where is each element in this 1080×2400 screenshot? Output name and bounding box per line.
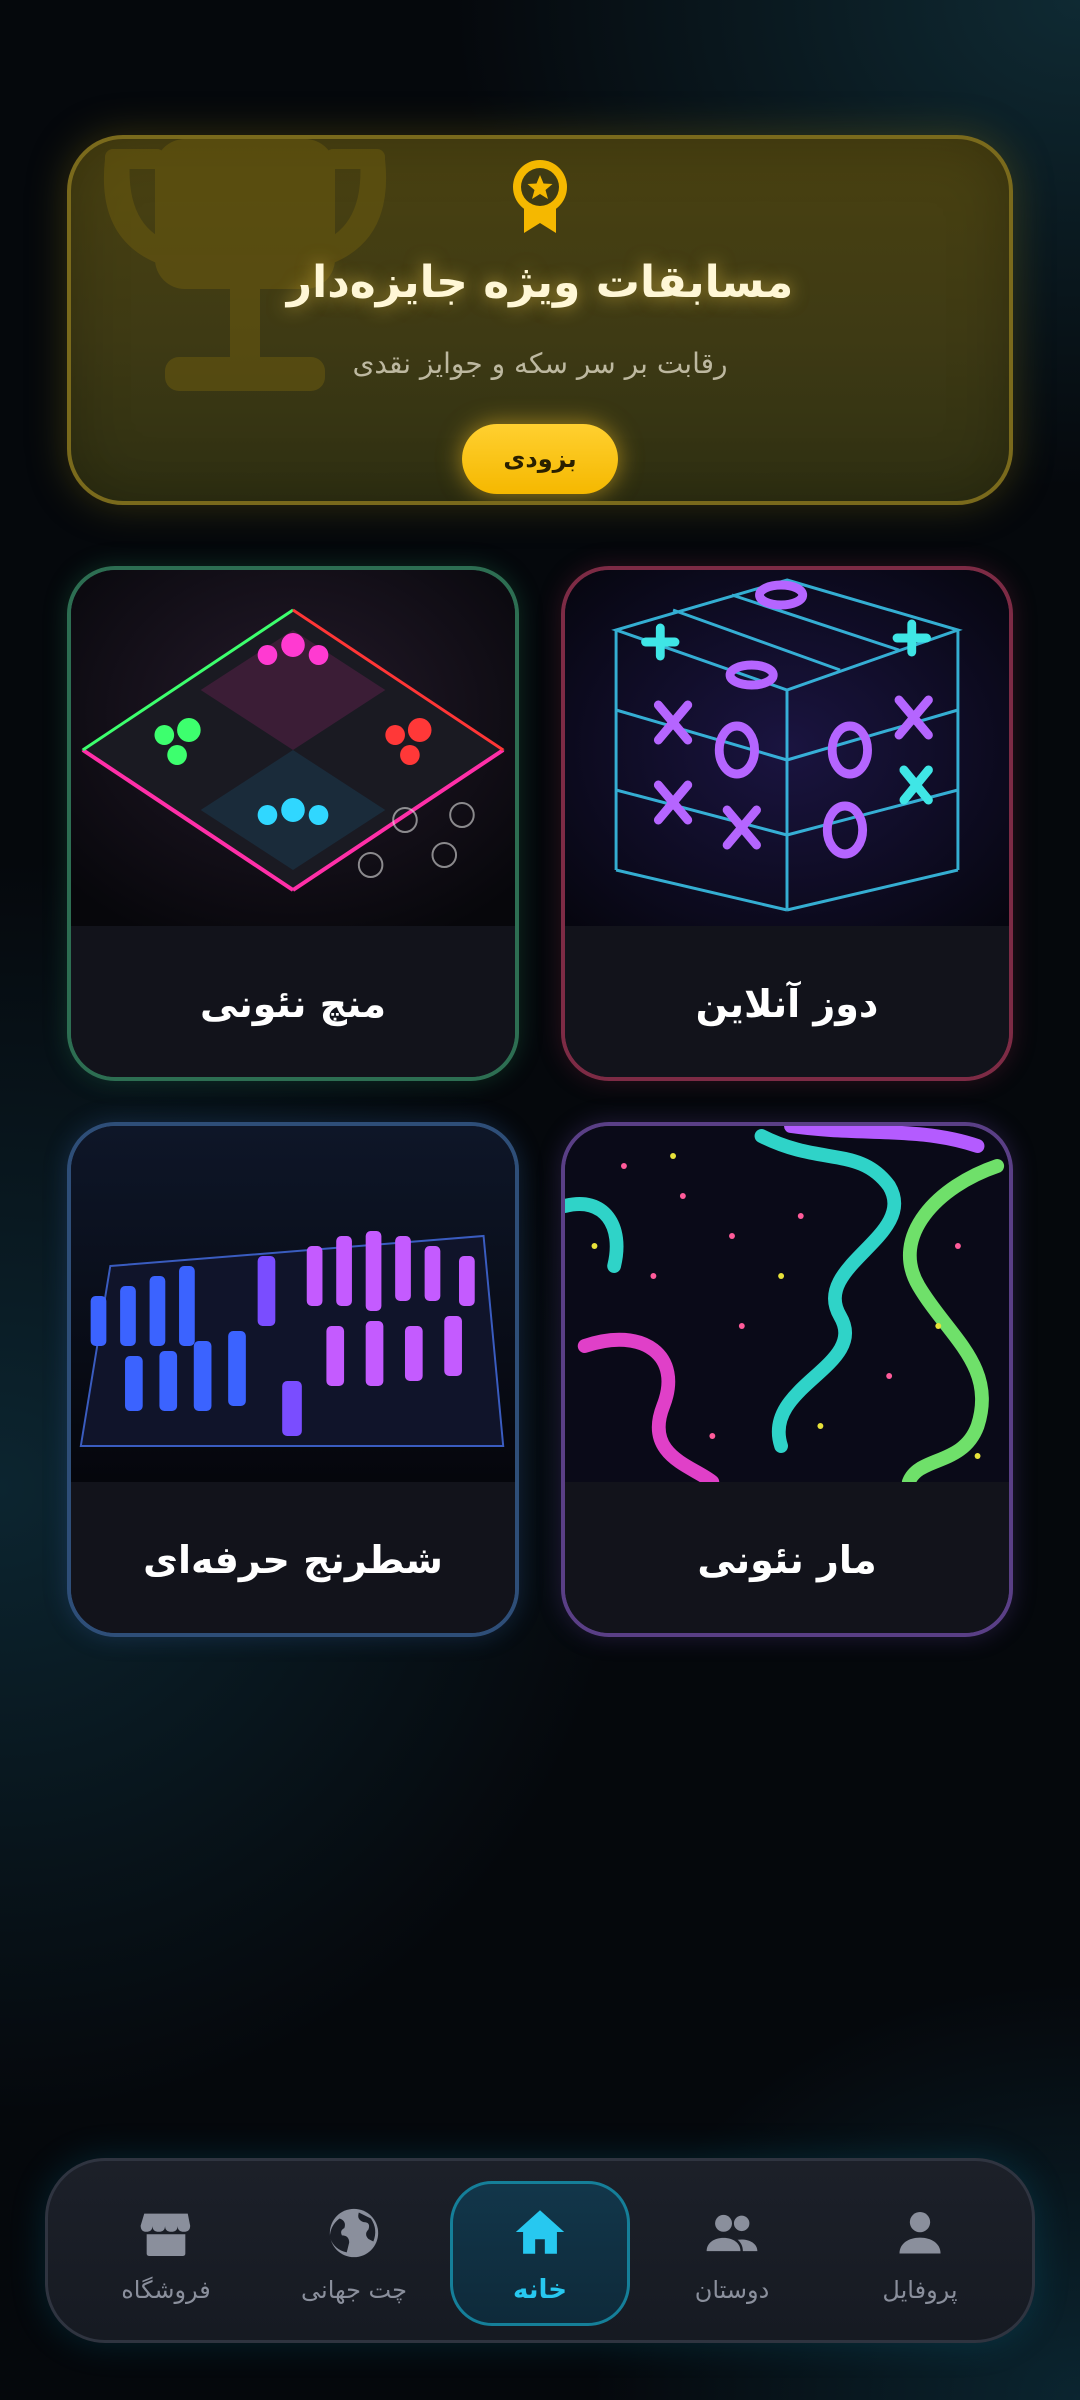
home-icon <box>515 2209 565 2254</box>
people-icon <box>706 2214 758 2251</box>
banner-subtitle: رقابت بر سر سکه و جوایز نقدی <box>352 347 728 380</box>
game-card-snake[interactable]: مار نئونی <box>561 1122 1013 1637</box>
nav-label: پروفایل <box>882 2275 958 2304</box>
medal-icon <box>513 160 567 233</box>
neon-snakes-image <box>565 1126 1009 1482</box>
nav-label: دوستان <box>694 2275 770 2304</box>
game-title: دوز آنلاین <box>565 926 1009 1077</box>
nav-store[interactable]: فروشگاه <box>76 2181 256 2326</box>
bottom-navigation: پروفایل دوستان خانه چت جهانی فروشگاه <box>45 2158 1035 2343</box>
game-card-chess[interactable]: شطرنج حرفه‌ای <box>67 1122 519 1637</box>
banner-title: مسابقات ویژه جایزه‌دار <box>286 257 794 308</box>
globe-icon <box>329 2208 379 2257</box>
ludo-board-image <box>71 570 515 926</box>
game-card-tic-tac-toe[interactable]: دوز آنلاین <box>561 566 1013 1081</box>
game-card-ludo[interactable]: منچ نئونی <box>67 566 519 1081</box>
store-icon <box>140 2213 191 2256</box>
nav-global-chat[interactable]: چت جهانی <box>264 2181 444 2326</box>
nav-label: فروشگاه <box>121 2275 211 2304</box>
game-title: شطرنج حرفه‌ای <box>71 1482 515 1633</box>
prize-tournament-banner: مسابقات ویژه جایزه‌دار رقابت بر سر سکه و… <box>67 135 1013 505</box>
coming-soon-button[interactable]: بزودی <box>462 424 618 494</box>
game-title: مار نئونی <box>565 1482 1009 1633</box>
nav-label: چت جهانی <box>301 2275 407 2304</box>
nav-home[interactable]: خانه <box>450 2181 630 2326</box>
person-icon <box>899 2211 941 2254</box>
neon-chess-board-image <box>71 1126 515 1482</box>
nav-label: خانه <box>512 2274 568 2305</box>
game-title: منچ نئونی <box>71 926 515 1077</box>
nav-friends[interactable]: دوستان <box>642 2181 822 2326</box>
tic-tac-toe-cube-image <box>565 570 1009 926</box>
nav-profile[interactable]: پروفایل <box>830 2181 1010 2326</box>
